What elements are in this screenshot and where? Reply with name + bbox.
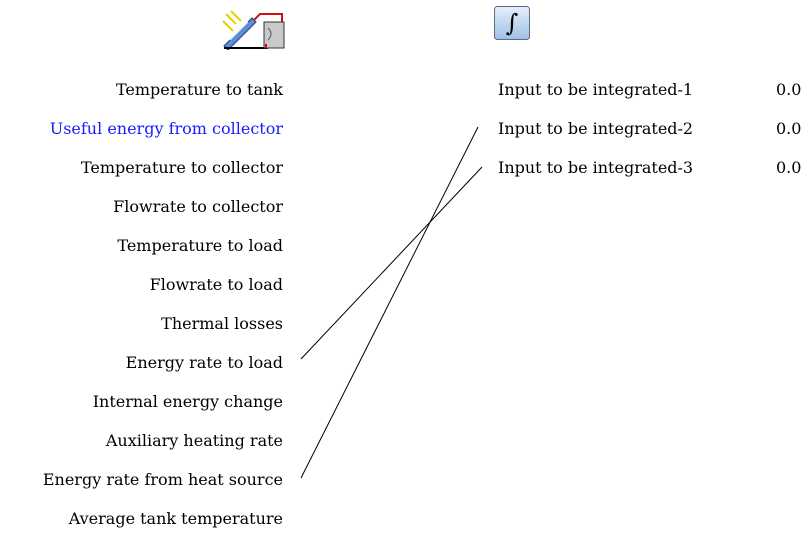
output-flowrate-to-collector[interactable]: Flowrate to collector — [113, 197, 283, 217]
output-temperature-to-tank[interactable]: Temperature to tank — [116, 80, 283, 100]
output-energy-rate-from-heat-source[interactable]: Energy rate from heat source — [43, 470, 283, 490]
output-temperature-to-collector[interactable]: Temperature to collector — [81, 158, 283, 178]
output-thermal-losses[interactable]: Thermal losses — [161, 314, 283, 334]
output-average-tank-temperature[interactable]: Average tank temperature — [69, 509, 283, 529]
output-energy-rate-to-load[interactable]: Energy rate to load — [126, 353, 283, 373]
input-integrated-3[interactable]: Input to be integrated-3 — [498, 158, 693, 178]
input-integrated-1-value: 0.0 — [776, 80, 802, 99]
input-integrated-2-value: 0.0 — [776, 119, 802, 138]
output-temperature-to-load[interactable]: Temperature to load — [117, 236, 283, 256]
connection-line-energy-rate-to-load[interactable] — [300, 166, 483, 360]
input-integrated-2[interactable]: Input to be integrated-2 — [498, 119, 693, 139]
input-integrated-1[interactable]: Input to be integrated-1 — [498, 80, 693, 100]
output-internal-energy-change[interactable]: Internal energy change — [93, 392, 283, 412]
output-auxiliary-heating-rate[interactable]: Auxiliary heating rate — [106, 431, 283, 451]
solar-storage-tank-icon[interactable] — [222, 10, 288, 51]
connection-editor: ∫ Temperature to tank Useful energy from… — [0, 0, 806, 536]
connection-line-energy-rate-from-heat-source[interactable] — [300, 126, 479, 479]
output-flowrate-to-load[interactable]: Flowrate to load — [150, 275, 283, 295]
svg-text:∫: ∫ — [506, 9, 519, 37]
output-useful-energy-from-collector[interactable]: Useful energy from collector — [50, 119, 283, 139]
integrator-icon[interactable]: ∫ — [494, 6, 530, 40]
input-integrated-3-value: 0.0 — [776, 158, 802, 177]
